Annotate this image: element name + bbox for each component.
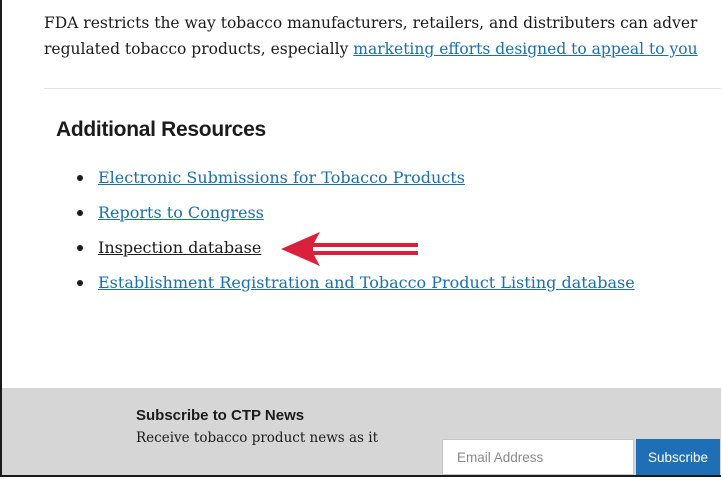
reports-to-congress-link[interactable]: Reports to Congress [98,203,264,222]
page-frame: FDA restricts the way tobacco manufactur… [0,0,721,477]
red-arrow-icon [281,232,418,266]
list-item: Establishment Registration and Tobacco P… [60,265,635,300]
marketing-efforts-link[interactable]: marketing efforts designed to appeal to … [353,40,697,58]
intro-paragraph: FDA restricts the way tobacco manufactur… [44,10,721,62]
intro-line-2: regulated tobacco products, especially m… [44,36,721,62]
email-input[interactable] [442,439,634,475]
subscribe-description: Receive tobacco product news as it [136,430,379,446]
bullet-icon [77,210,83,216]
intro-line-1: FDA restricts the way tobacco manufactur… [44,14,698,32]
bullet-icon [77,245,83,251]
subscribe-button[interactable]: Subscribe [636,439,720,475]
electronic-submissions-link[interactable]: Electronic Submissions for Tobacco Produ… [98,168,465,187]
bullet-icon [77,175,83,181]
inspection-database-link[interactable]: Inspection database [98,238,261,257]
bullet-icon [77,280,83,286]
subscribe-title: Subscribe to CTP News [136,407,305,424]
resources-list: Electronic Submissions for Tobacco Produ… [60,160,635,300]
list-item: Reports to Congress [60,195,635,230]
intro-line-2-text: regulated tobacco products, especially [44,40,354,58]
establishment-registration-link[interactable]: Establishment Registration and Tobacco P… [98,273,635,292]
section-divider [44,88,721,89]
list-item: Electronic Submissions for Tobacco Produ… [60,160,635,195]
subscribe-footer: Subscribe to CTP News Receive tobacco pr… [2,388,721,475]
additional-resources-heading: Additional Resources [56,118,266,141]
